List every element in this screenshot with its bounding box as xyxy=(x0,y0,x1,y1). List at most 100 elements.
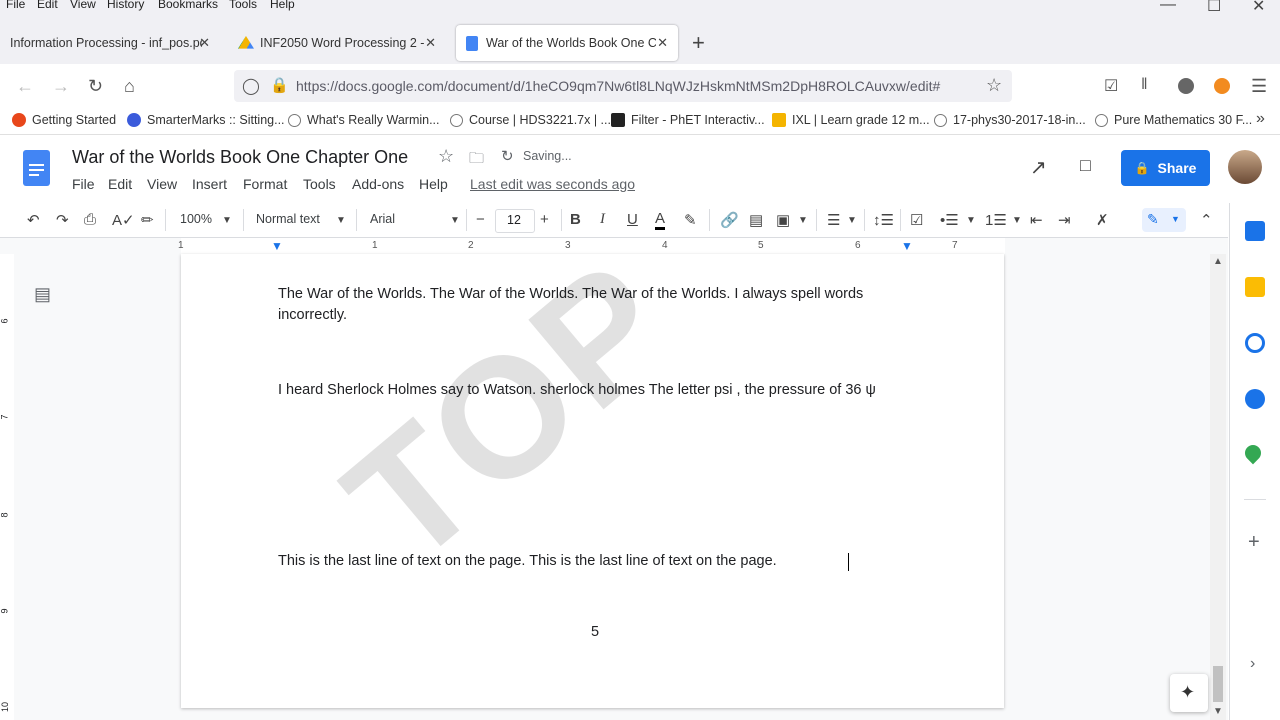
chevron-down-icon[interactable]: ▼ xyxy=(847,215,857,226)
close-tab-icon[interactable]: ✕ xyxy=(425,35,436,51)
underline-icon[interactable]: U xyxy=(627,211,638,228)
address-bar[interactable]: ◯ 🔒 https://docs.google.com/document/d/1… xyxy=(234,70,1012,102)
scroll-up-icon[interactable]: ▲ xyxy=(1213,256,1223,267)
chevron-down-icon[interactable]: ▼ xyxy=(222,215,232,226)
editing-mode-button[interactable]: ✎ ▼ xyxy=(1142,208,1186,232)
menu-help[interactable]: Help xyxy=(270,0,295,11)
bookmark-getting-started[interactable]: Getting Started xyxy=(12,113,116,127)
lock-icon[interactable]: 🔒 xyxy=(270,76,289,94)
chevron-down-icon[interactable]: ▼ xyxy=(1012,215,1022,226)
document-outline-icon[interactable]: ▤ xyxy=(34,284,51,305)
docs-menu-help[interactable]: Help xyxy=(419,176,448,192)
last-edit-link[interactable]: Last edit was seconds ago xyxy=(470,176,635,192)
redo-icon[interactable]: ↷ xyxy=(56,211,69,229)
menu-tools[interactable]: Tools xyxy=(229,0,257,11)
chevron-down-icon[interactable]: ▼ xyxy=(336,215,346,226)
maps-icon[interactable] xyxy=(1241,441,1265,465)
get-addons-icon[interactable]: + xyxy=(1248,531,1260,554)
close-tab-icon[interactable]: ✕ xyxy=(657,35,668,51)
menu-history[interactable]: History xyxy=(107,0,144,11)
bookmark-ixl[interactable]: IXL | Learn grade 12 m... xyxy=(772,113,930,127)
line-spacing-icon[interactable]: ↕☰ xyxy=(873,211,894,229)
move-folder-icon[interactable]: 🗀 xyxy=(469,148,484,173)
add-comment-icon[interactable]: ▤ xyxy=(749,211,763,229)
document-title[interactable]: War of the Worlds Book One Chapter One xyxy=(72,147,408,168)
keep-icon[interactable] xyxy=(1245,277,1265,297)
bulleted-list-icon[interactable]: •☰ xyxy=(940,211,959,229)
more-bookmarks-icon[interactable]: » xyxy=(1256,110,1265,128)
insert-link-icon[interactable]: 🔗 xyxy=(720,211,739,229)
star-icon[interactable]: ☆ xyxy=(438,146,454,167)
tab-inf2050[interactable]: INF2050 Word Processing 2 - Go ✕ xyxy=(228,25,446,61)
docs-menu-file[interactable]: File xyxy=(72,176,95,192)
account-icon[interactable] xyxy=(1178,78,1194,94)
pocket-icon[interactable]: ☑ xyxy=(1104,76,1118,96)
checklist-icon[interactable]: ☑ xyxy=(910,211,923,229)
calendar-icon[interactable] xyxy=(1245,221,1265,241)
zoom-select[interactable]: 100% xyxy=(180,212,212,226)
bookmark-whats-really-warming[interactable]: What's Really Warmin... xyxy=(288,113,440,127)
hamburger-menu-icon[interactable]: ☰ xyxy=(1251,76,1267,97)
docs-menu-addons[interactable]: Add-ons xyxy=(352,176,404,192)
bookmark-smartermarks[interactable]: SmarterMarks :: Sitting... xyxy=(127,113,285,127)
bookmark-pure-math[interactable]: Pure Mathematics 30 F... xyxy=(1095,113,1252,127)
font-select[interactable]: Arial xyxy=(370,212,395,226)
align-left-icon[interactable]: ☰ xyxy=(827,211,840,229)
docs-logo-icon[interactable] xyxy=(23,150,50,186)
collapse-menus-icon[interactable]: ⌃ xyxy=(1200,211,1213,229)
tasks-icon[interactable] xyxy=(1245,333,1265,353)
back-icon[interactable]: ← xyxy=(16,76,34,97)
numbered-list-icon[interactable]: 1☰ xyxy=(985,211,1007,229)
shield-icon[interactable]: ◯ xyxy=(242,76,260,96)
clear-formatting-icon[interactable]: ✗ xyxy=(1096,211,1109,229)
tab-information-processing[interactable]: Information Processing - inf_pos.pdf ✕ xyxy=(4,25,220,61)
menu-file[interactable]: File xyxy=(6,0,25,11)
undo-icon[interactable]: ↶ xyxy=(27,211,40,229)
paragraph-1[interactable]: The War of the Worlds. The War of the Wo… xyxy=(278,284,918,326)
left-indent-marker-icon[interactable]: ▼ xyxy=(271,239,283,253)
expand-panel-icon[interactable]: › xyxy=(1250,655,1255,673)
menu-bookmarks[interactable]: Bookmarks xyxy=(158,0,218,11)
decrease-indent-icon[interactable]: ⇤ xyxy=(1030,211,1043,229)
decrease-font-size-icon[interactable]: − xyxy=(476,211,485,228)
menu-view[interactable]: View xyxy=(70,0,96,11)
bookmark-course-hds[interactable]: Course | HDS3221.7x | ... xyxy=(450,113,611,127)
explore-button[interactable]: ✦ xyxy=(1170,674,1208,712)
font-size-input[interactable]: 12 xyxy=(495,209,535,233)
italic-icon[interactable]: I xyxy=(600,211,605,228)
increase-indent-icon[interactable]: ⇥ xyxy=(1058,211,1071,229)
docs-menu-edit[interactable]: Edit xyxy=(108,176,132,192)
avatar[interactable] xyxy=(1228,150,1262,184)
chevron-down-icon[interactable]: ▼ xyxy=(450,215,460,226)
forward-icon[interactable]: → xyxy=(52,76,70,97)
share-button[interactable]: 🔒 Share xyxy=(1121,150,1210,186)
bookmark-star-icon[interactable]: ☆ xyxy=(986,75,1002,96)
paragraph-style-select[interactable]: Normal text xyxy=(256,212,320,226)
docs-menu-format[interactable]: Format xyxy=(243,176,287,192)
bookmark-phet[interactable]: Filter - PhET Interactiv... xyxy=(611,113,765,127)
spellcheck-icon[interactable]: A✓ xyxy=(112,211,135,229)
increase-font-size-icon[interactable]: + xyxy=(540,211,549,228)
tab-war-of-the-worlds[interactable]: War of the Worlds Book One Ch ✕ xyxy=(456,25,678,61)
horizontal-ruler[interactable]: 1 1 2 3 4 5 6 7 ▼ ▼ xyxy=(0,238,1228,254)
menu-edit[interactable]: Edit xyxy=(37,0,58,11)
docs-menu-tools[interactable]: Tools xyxy=(303,176,336,192)
docs-menu-insert[interactable]: Insert xyxy=(192,176,227,192)
bookmark-phys30[interactable]: 17-phys30-2017-18-in... xyxy=(934,113,1086,127)
close-tab-icon[interactable]: ✕ xyxy=(199,35,210,51)
paint-format-icon[interactable]: ✏ xyxy=(141,211,154,229)
docs-menu-view[interactable]: View xyxy=(147,176,177,192)
contacts-icon[interactable] xyxy=(1245,389,1265,409)
home-icon[interactable]: ⌂ xyxy=(124,76,135,97)
scroll-down-icon[interactable]: ▼ xyxy=(1213,706,1223,717)
paragraph-2[interactable]: I heard Sherlock Holmes say to Watson. s… xyxy=(278,380,918,401)
library-icon[interactable]: ‖ xyxy=(1141,76,1148,94)
scroll-thumb[interactable] xyxy=(1213,666,1223,702)
extension-icon[interactable] xyxy=(1214,78,1230,94)
text-color-icon[interactable]: A xyxy=(655,211,666,230)
comments-icon[interactable]: □ xyxy=(1080,155,1091,176)
insert-image-icon[interactable]: ▣ xyxy=(776,211,790,229)
chevron-down-icon[interactable]: ▼ xyxy=(966,215,976,226)
highlight-color-icon[interactable]: ✎ xyxy=(684,211,697,229)
document-scrollbar[interactable]: ▲ ▼ xyxy=(1210,254,1226,720)
